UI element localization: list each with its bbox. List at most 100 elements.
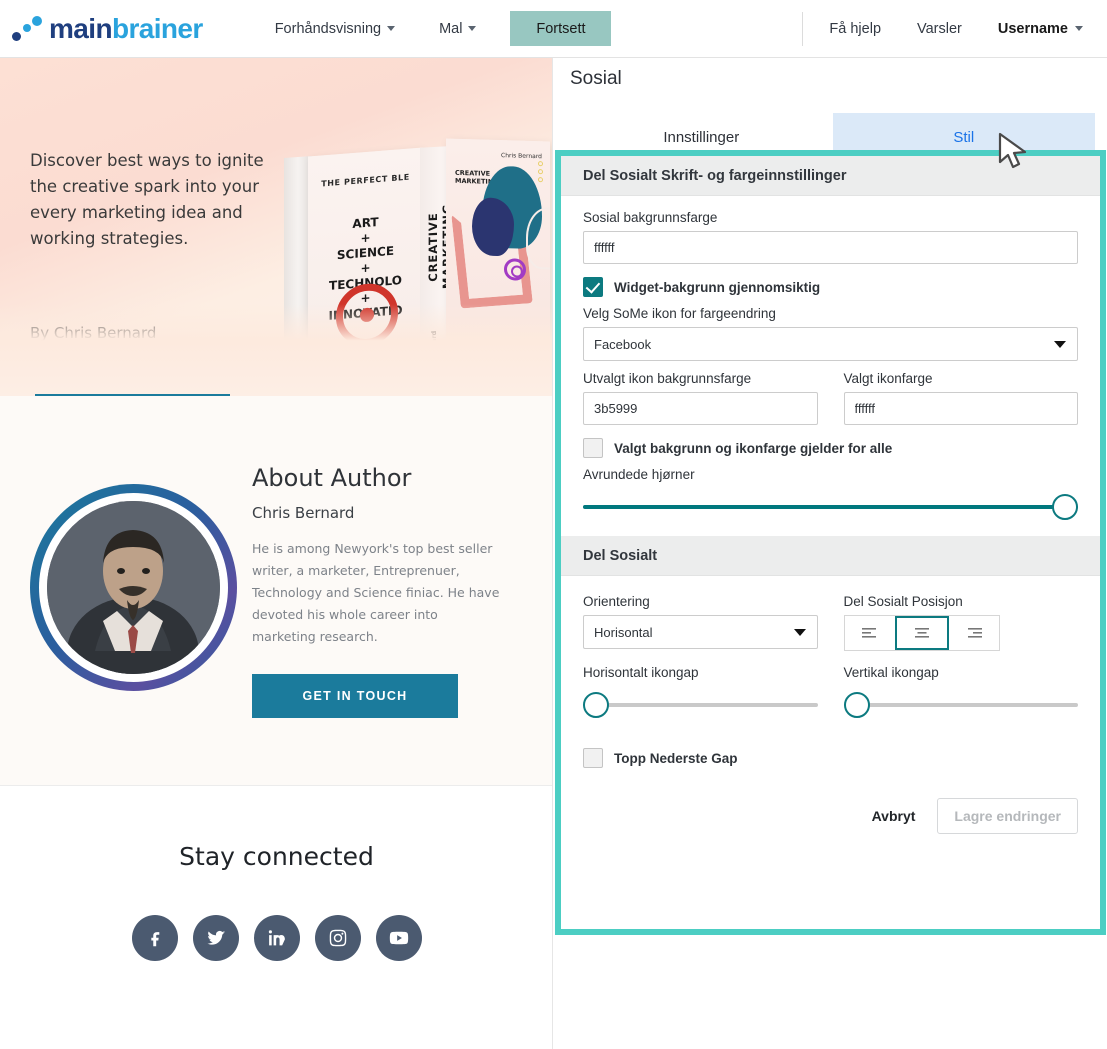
label-valgt-ikonfarge: Valgt ikonfarge (843, 371, 933, 386)
orientering-select[interactable]: Horisontal (583, 615, 818, 649)
topp-nederste-gap-checkbox[interactable] (583, 748, 603, 768)
book-spine: CREATIVE MARKETING Chris Bernard (420, 146, 454, 396)
page-title: Sosial (570, 68, 622, 89)
utvalgt-ikon-bakgrunnsfarge-input[interactable] (583, 392, 818, 425)
some-icon-select-wrapper: Facebook (583, 327, 1078, 361)
chevron-down-icon (468, 26, 477, 31)
book-right-badge: 2021 #1 BEST SELLER (451, 372, 545, 384)
youtube-icon[interactable] (375, 915, 422, 961)
slider-thumb[interactable] (583, 692, 609, 718)
nav-menu: Forhåndsvisning Mal Fortsett (253, 0, 612, 58)
icon-colors-row: Utvalgt ikon bakgrunnsfarge Valgt ikonfa… (583, 371, 1078, 425)
orientering-select-wrapper: Horisontal (583, 615, 818, 649)
topp-nederste-gap-label: Topp Nederste Gap (614, 750, 738, 766)
horisontalt-ikongap-slider[interactable] (583, 690, 818, 720)
topp-nederste-gap-row[interactable]: Topp Nederste Gap (583, 748, 1078, 768)
stay-connected-block: Stay connected (0, 786, 552, 1046)
align-right-icon[interactable] (948, 616, 999, 650)
hero-paragraph: Discover best ways to ignite the creativ… (30, 151, 264, 248)
slider-track (843, 703, 1078, 707)
nav-link-fa-hjelp[interactable]: Få hjelp (811, 21, 899, 37)
username-menu[interactable]: Username (980, 21, 1097, 37)
slider-thumb[interactable] (843, 692, 870, 718)
book-left-stack: ART + SCIENCE + TECHNOLO + INNOVATIO (328, 214, 403, 323)
nav-item-forhandsvisning[interactable]: Forhåndsvisning (253, 0, 417, 58)
label-utvalgt-ikon-bakgrunnsfarge: Utvalgt ikon bakgrunnsfarge (583, 371, 752, 386)
social-icon-row (0, 915, 552, 961)
stay-connected-title: Stay connected (179, 842, 374, 871)
avrundede-hjorner-slider[interactable] (583, 492, 1078, 522)
yellow-dots-shape (538, 161, 543, 185)
nav-item-mal[interactable]: Mal (417, 0, 498, 58)
about-author-block: About Author Chris Bernard He is among N… (0, 396, 552, 786)
about-author-name: Chris Bernard (252, 503, 355, 522)
sosial-bakgrunnsfarge-input[interactable] (583, 231, 1078, 264)
nav-link-varsler[interactable]: Varsler (899, 21, 980, 37)
logo-text-brainer: brainer (111, 12, 203, 44)
dashed-circle-shape (308, 355, 340, 383)
chevron-down-icon (387, 26, 396, 31)
hero-byline: By Chris Bernard (30, 324, 157, 342)
chevron-down-icon (793, 629, 806, 636)
label-vertikal-ikongap: Vertikal ikongap (843, 665, 939, 680)
cancel-button[interactable]: Avbryt (866, 800, 922, 832)
purple-spiral-shape (504, 258, 526, 281)
slider-thumb[interactable] (1052, 494, 1078, 520)
valgt-ikonfarge-input[interactable] (843, 392, 1078, 425)
section-body-font-color: Sosial bakgrunnsfarge Widget-bakgrunn gj… (561, 196, 1100, 522)
widget-transparent-row[interactable]: Widget-bakgrunn gjennomsiktig (583, 277, 1078, 297)
orientation-position-row: Orientering Horisontal Del Sosialt Posis… (583, 594, 1078, 651)
label-horisontalt-ikongap: Horisontalt ikongap (583, 665, 699, 680)
instagram-icon[interactable] (314, 915, 361, 961)
dashed-circle-shape (306, 375, 336, 396)
save-changes-button[interactable]: Lagre endringer (937, 798, 1078, 834)
slider-track (583, 703, 818, 707)
align-center-icon[interactable] (894, 616, 949, 650)
book-spine-author: Chris Bernard (430, 330, 438, 382)
section-header-font-color: Del Sosialt Skrift- og fargeinnstillinge… (561, 156, 1100, 196)
book-right-author: Chris Bernard (501, 152, 542, 161)
top-navigation-bar: mainbrainer Forhåndsvisning Mal Fortsett… (0, 0, 1107, 58)
book-left-heading: THE PERFECT BLE (321, 172, 410, 189)
label-sosial-bakgrunnsfarge: Sosial bakgrunnsfarge (583, 210, 718, 225)
nav-right-group: Få hjelp Varsler Username (802, 0, 1107, 58)
widget-transparent-checkbox[interactable] (583, 277, 603, 297)
book-front-left: THE PERFECT BLE ART + SCIENCE + TECHNOLO + INN… (308, 147, 423, 396)
book-left-dot-shape (360, 307, 374, 323)
section-header-del-sosialt: Del Sosialt (561, 536, 1100, 576)
avatar-photo (47, 500, 220, 674)
slider-fill (583, 505, 1078, 509)
mainbrainer-logo[interactable]: mainbrainer (12, 13, 203, 45)
vertikal-ikongap-slider[interactable] (843, 690, 1078, 720)
style-settings-form: Del Sosialt Skrift- og fargeinnstillinge… (561, 156, 1100, 929)
email-preview-panel: Discover best ways to ignite the creativ… (0, 58, 553, 1049)
section-body-del-sosialt: Orientering Horisontal Del Sosialt Posis… (561, 576, 1100, 834)
label-del-sosialt-posisjon: Del Sosialt Posisjon (843, 594, 963, 609)
book-front-right: Chris Bernard CREATIVE MARKETING 2021 #1 … (446, 138, 550, 396)
chevron-down-icon (1054, 341, 1066, 348)
chevron-down-icon (1075, 26, 1083, 31)
preview-chapters-button[interactable]: PREVIEW CHAPTERS (35, 394, 230, 396)
book-illustration: THE PERFECT BLE ART + SCIENCE + TECHNOLO + INN… (270, 100, 550, 396)
gap-sliders-row: Horisontalt ikongap Vertikal ikongap (583, 665, 1078, 720)
facebook-icon[interactable] (131, 915, 178, 961)
some-icon-select[interactable]: Facebook (583, 327, 1078, 361)
style-settings-highlight: Del Sosialt Skrift- og fargeinnstillinge… (555, 150, 1106, 935)
hero-block: Discover best ways to ignite the creativ… (0, 58, 552, 396)
apply-all-checkbox[interactable] (583, 438, 603, 458)
logo-text-main: main (49, 12, 113, 44)
twitter-icon[interactable] (192, 915, 239, 961)
about-author-bio: He is among Newyork's top best seller wr… (252, 540, 500, 644)
apply-all-row[interactable]: Valgt bakgrunn og ikonfarge gjelder for … (583, 438, 1078, 458)
username-label: Username (997, 20, 1068, 37)
get-in-touch-button[interactable]: GET IN TOUCH (252, 673, 458, 718)
align-left-icon[interactable] (844, 616, 895, 650)
linkedin-icon[interactable] (253, 915, 300, 961)
position-align-group (843, 615, 1000, 651)
navy-blob-shape (472, 197, 514, 257)
nav-item-mal-label: Mal (439, 20, 463, 37)
form-actions: Avbryt Lagre endringer (583, 798, 1078, 834)
fortsett-button[interactable]: Fortsett (510, 11, 612, 46)
about-author-title: About Author (252, 463, 412, 492)
nav-divider (802, 11, 804, 46)
